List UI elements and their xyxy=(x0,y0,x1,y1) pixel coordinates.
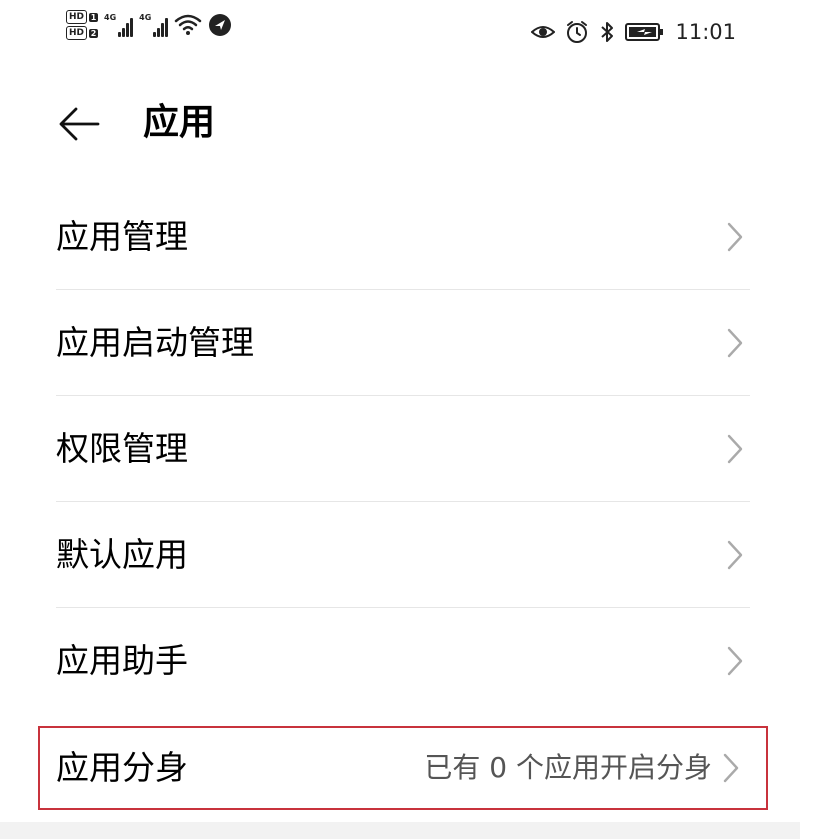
status-bar: HD 1 HD 2 4G 4G 11:01 xyxy=(0,0,832,62)
wifi-icon xyxy=(174,13,202,37)
status-time: 11:01 xyxy=(675,20,736,44)
menu-item-app-twin[interactable]: 应用分身 已有 0 个应用开启分身 xyxy=(38,726,768,810)
bottom-band xyxy=(0,822,800,839)
app-settings-screen: HD 1 HD 2 4G 4G 11:01 应用 应用管理 应用启动管理 权限管… xyxy=(0,0,832,839)
eye-icon xyxy=(531,22,556,42)
hd1-label: HD xyxy=(66,10,88,24)
page-header: 应用 xyxy=(0,86,832,166)
menu-item-app-launch-management[interactable]: 应用启动管理 xyxy=(40,290,770,396)
alarm-icon xyxy=(565,20,589,44)
menu-item-label: 应用助手 xyxy=(56,641,188,680)
chevron-right-icon xyxy=(724,327,746,359)
signal-icon: 4G xyxy=(139,13,169,37)
location-icon xyxy=(208,13,232,37)
menu-item-label: 权限管理 xyxy=(56,429,188,468)
arrow-left-icon xyxy=(58,106,100,142)
chevron-right-icon xyxy=(724,539,746,571)
sim1-network-type: 4G xyxy=(104,13,117,22)
menu-item-app-assistant[interactable]: 应用助手 xyxy=(40,608,770,714)
menu-item-value: 已有 0 个应用开启分身 xyxy=(424,751,712,784)
menu-item-label: 应用启动管理 xyxy=(56,323,254,362)
battery-icon xyxy=(625,22,665,42)
hd1-number: 1 xyxy=(89,12,99,22)
status-right-group: 11:01 xyxy=(531,18,736,46)
hd2-number: 2 xyxy=(89,28,99,38)
back-button[interactable] xyxy=(56,104,102,144)
menu-item-permission-management[interactable]: 权限管理 xyxy=(40,396,770,502)
menu-item-default-apps[interactable]: 默认应用 xyxy=(40,502,770,608)
bluetooth-icon xyxy=(599,20,615,44)
chevron-right-icon xyxy=(724,645,746,677)
menu-item-label: 默认应用 xyxy=(56,535,188,574)
chevron-right-icon xyxy=(724,433,746,465)
signal-icon: 4G xyxy=(104,13,134,37)
page-title: 应用 xyxy=(143,102,216,143)
hd2-label: HD xyxy=(66,26,88,40)
settings-list: 应用管理 应用启动管理 权限管理 默认应用 应用助手 应用分身 已有 0 个应用… xyxy=(38,184,770,810)
status-left-group: HD 1 HD 2 4G 4G xyxy=(66,10,232,40)
hd-icon: HD 1 HD 2 xyxy=(66,10,99,40)
chevron-right-icon xyxy=(724,221,746,253)
menu-item-app-management[interactable]: 应用管理 xyxy=(40,184,770,290)
chevron-right-icon xyxy=(720,752,742,784)
menu-item-label: 应用分身 xyxy=(56,748,188,787)
menu-item-label: 应用管理 xyxy=(56,217,188,256)
sim2-network-type: 4G xyxy=(139,13,152,22)
